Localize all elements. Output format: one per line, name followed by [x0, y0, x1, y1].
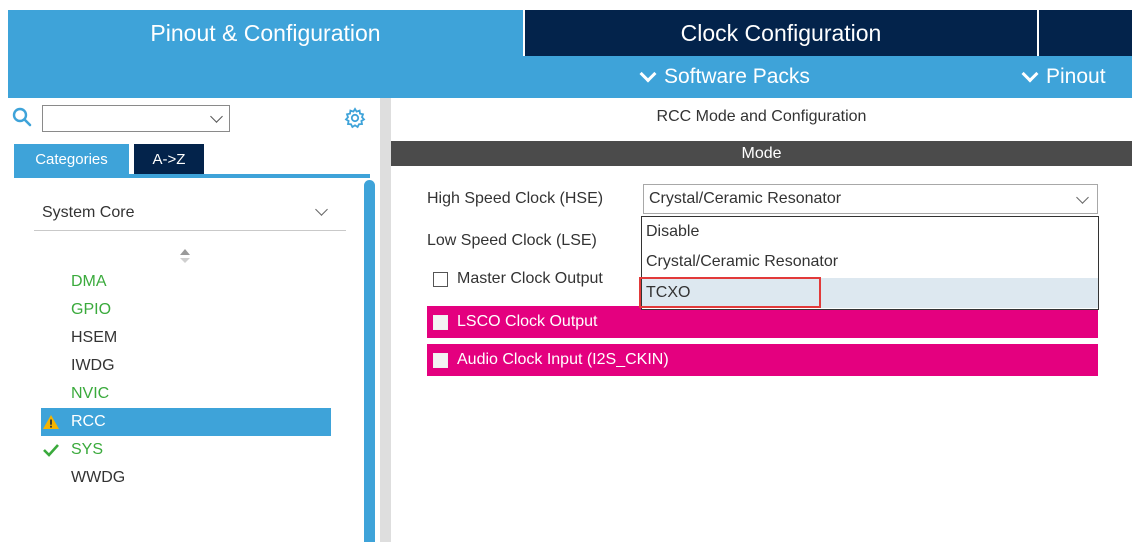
- peripheral-label: IWDG: [71, 357, 115, 374]
- peripheral-item-iwdg[interactable]: IWDG: [41, 352, 331, 380]
- tab-more[interactable]: [1039, 10, 1132, 56]
- peripheral-item-dma[interactable]: DMA: [41, 268, 331, 296]
- peripheral-label: HSEM: [71, 329, 118, 346]
- panel-divider[interactable]: [380, 98, 391, 542]
- chevron-down-icon[interactable]: [210, 110, 223, 123]
- chevron-down-icon[interactable]: [1076, 191, 1089, 204]
- lsco-clock-output-checkbox[interactable]: LSCO Clock Output: [427, 306, 1098, 338]
- peripheral-label: GPIO: [71, 301, 112, 318]
- peripheral-item-wwdg[interactable]: WWDG: [41, 464, 331, 492]
- hse-label: High Speed Clock (HSE): [427, 190, 604, 207]
- category-group-label: System Core: [42, 204, 135, 221]
- hse-select[interactable]: Crystal/Ceramic Resonator: [643, 184, 1098, 214]
- peripheral-item-nvic[interactable]: NVIC: [41, 380, 331, 408]
- section-header-mode: Mode: [391, 141, 1132, 166]
- hse-option-crystal[interactable]: Crystal/Ceramic Resonator: [642, 247, 1098, 277]
- master-clock-output-checkbox[interactable]: Master Clock Output: [433, 270, 603, 288]
- peripheral-item-gpio[interactable]: GPIO: [41, 296, 331, 324]
- checkbox-box[interactable]: [433, 314, 448, 330]
- top-tab-bar: Pinout & Configuration Clock Configurati…: [0, 0, 1132, 56]
- left-panel-scrollbar[interactable]: [364, 180, 375, 542]
- hse-option-disable[interactable]: Disable: [642, 217, 1098, 247]
- checkbox-label: LSCO Clock Output: [457, 313, 598, 330]
- search-icon[interactable]: [12, 107, 32, 127]
- peripheral-label: WWDG: [71, 469, 126, 486]
- tab-categories[interactable]: Categories: [14, 144, 129, 174]
- sub-toolbar: Software Packs Pinout: [8, 56, 1132, 98]
- left-panel: Categories A->Z System Core DMA GPIO HSE…: [8, 98, 380, 542]
- hse-select-value: Crystal/Ceramic Resonator: [649, 190, 842, 207]
- highlight-annotation-box: [639, 277, 821, 308]
- right-panel: RCC Mode and Configuration Mode High Spe…: [391, 98, 1132, 542]
- peripheral-label: DMA: [71, 273, 107, 290]
- warning-icon: [43, 415, 59, 429]
- checkbox-label: Master Clock Output: [457, 270, 603, 287]
- lse-label: Low Speed Clock (LSE): [427, 232, 597, 249]
- gear-icon[interactable]: [344, 107, 366, 129]
- tab-underline: [14, 174, 370, 178]
- chevron-down-icon: [1021, 65, 1039, 83]
- tab-clock-configuration[interactable]: Clock Configuration: [525, 10, 1037, 56]
- peripheral-label: RCC: [71, 413, 106, 430]
- tab-a-to-z[interactable]: A->Z: [134, 144, 204, 174]
- peripheral-item-rcc[interactable]: RCC: [41, 408, 331, 436]
- chevron-down-icon: [315, 203, 328, 216]
- peripheral-item-hsem[interactable]: HSEM: [41, 324, 331, 352]
- chevron-down-icon: [639, 65, 657, 83]
- checkbox-box[interactable]: [433, 352, 448, 368]
- search-input[interactable]: [42, 105, 230, 132]
- peripheral-label: SYS: [71, 441, 104, 458]
- peripheral-item-sys[interactable]: SYS: [41, 436, 331, 464]
- checkbox-label: Audio Clock Input (I2S_CKIN): [457, 351, 669, 368]
- audio-clock-input-checkbox[interactable]: Audio Clock Input (I2S_CKIN): [427, 344, 1098, 376]
- checkmark-icon: [43, 444, 59, 457]
- tab-pinout-configuration[interactable]: Pinout & Configuration: [8, 10, 523, 56]
- panel-title: RCC Mode and Configuration: [656, 108, 867, 125]
- sort-icon[interactable]: [178, 248, 192, 264]
- category-group-system-core[interactable]: System Core: [34, 201, 346, 231]
- pinout-menu-label: Pinout: [1046, 65, 1106, 88]
- checkbox-box[interactable]: [433, 271, 448, 287]
- software-packs-menu[interactable]: Software Packs: [639, 56, 810, 98]
- software-packs-label: Software Packs: [664, 65, 810, 88]
- peripheral-label: NVIC: [71, 385, 110, 402]
- pinout-menu[interactable]: Pinout: [1021, 56, 1106, 98]
